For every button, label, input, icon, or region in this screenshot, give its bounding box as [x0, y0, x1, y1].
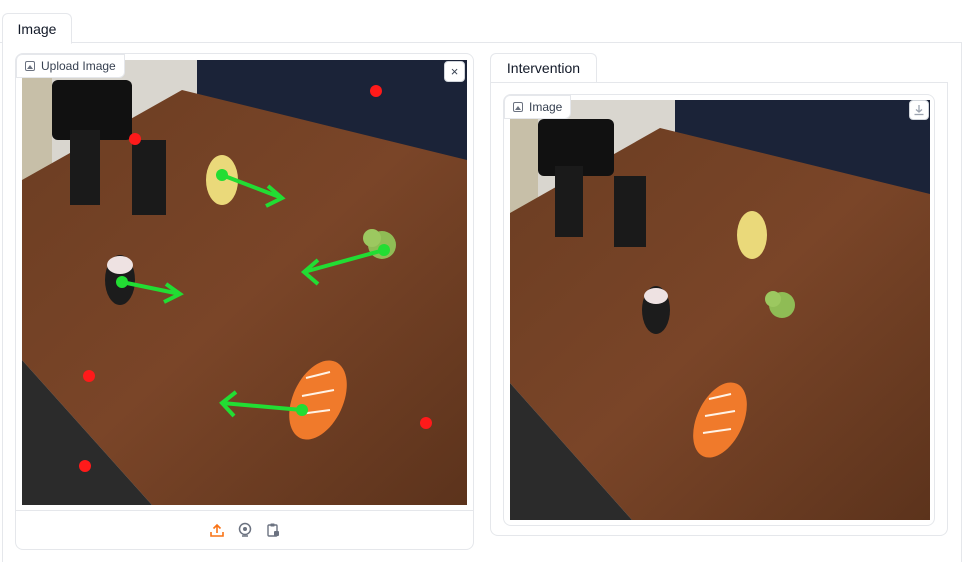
- download-icon: [914, 105, 924, 116]
- input-source-toolbar: [16, 510, 473, 549]
- close-icon: ×: [450, 64, 459, 79]
- output-image-label-chip: Image: [504, 95, 572, 119]
- tab-intervention-label: Intervention: [506, 60, 581, 76]
- clear-image-button[interactable]: ×: [444, 61, 465, 82]
- tabletop-scene-annotated: [22, 60, 467, 505]
- webcam-icon[interactable]: [236, 521, 254, 539]
- tabletop-scene-intervened: [510, 100, 930, 520]
- input-image-label-chip: Upload Image: [16, 54, 125, 78]
- tab-image[interactable]: Image: [2, 13, 72, 44]
- output-image-canvas: [510, 100, 930, 520]
- input-image-canvas[interactable]: [22, 60, 467, 505]
- tab-image-label: Image: [17, 20, 57, 37]
- image-icon: [25, 61, 35, 71]
- input-image-label: Upload Image: [41, 59, 116, 73]
- output-image-label: Image: [529, 100, 563, 114]
- download-button[interactable]: [909, 100, 929, 120]
- clipboard-icon[interactable]: [264, 521, 282, 539]
- image-icon: [513, 102, 523, 112]
- upload-icon[interactable]: [208, 521, 226, 539]
- tab-intervention[interactable]: Intervention: [490, 53, 597, 83]
